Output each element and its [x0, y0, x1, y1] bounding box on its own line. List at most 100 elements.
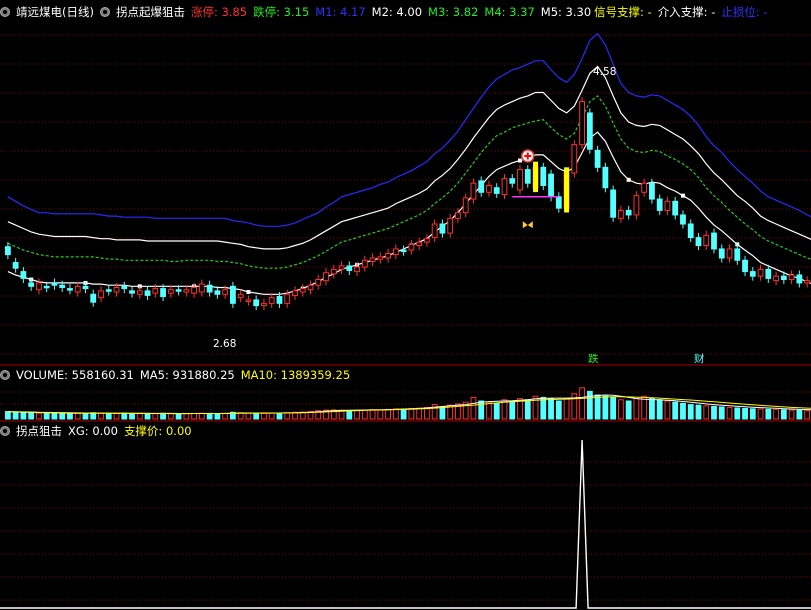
volume-bar-20	[160, 412, 166, 420]
candle-body-49	[385, 252, 392, 259]
indicator-name: 拐点起爆狙击	[115, 5, 185, 19]
candle-body-39	[307, 284, 314, 291]
candle-body-0	[4, 246, 11, 256]
candle-body-20	[160, 288, 166, 298]
candle-body-73	[571, 144, 578, 174]
volume-bar-46	[361, 409, 368, 420]
candle-body-32	[253, 299, 260, 307]
volume-bar-10	[82, 412, 89, 420]
volume-bar-9	[74, 412, 81, 420]
volume-value: VOLUME: 558160.31	[16, 368, 134, 382]
candle-body-13	[105, 289, 112, 292]
volume-bar-23	[183, 413, 190, 420]
volume-bar-89	[695, 404, 702, 420]
volume-panel-header: VOLUME: 558160.31 MA5: 931880.25 MA10: 138…	[0, 367, 356, 383]
volume-bar-91	[711, 405, 717, 420]
candle-body-80	[625, 209, 632, 216]
volume-bar-60	[470, 396, 477, 420]
volume-bar-78	[610, 396, 617, 420]
candle-body-87	[680, 214, 686, 225]
signal-fall-label: 跌	[588, 353, 599, 365]
candle-body-17	[136, 290, 143, 295]
volume-bar-63	[493, 402, 500, 420]
candle-body-38	[299, 288, 306, 293]
indicator-gear-icon[interactable]	[99, 7, 110, 17]
candle-body-22	[175, 289, 182, 292]
volume-bar-86	[672, 401, 679, 420]
stock-title: 靖远煤电(日线)	[16, 5, 94, 19]
volume-bar-98	[765, 408, 772, 420]
candle-body-43	[338, 265, 345, 270]
candle-body-7	[59, 284, 66, 288]
volume-bar-53	[416, 407, 423, 420]
candle-body-29	[230, 285, 236, 304]
candle-body-94	[734, 248, 741, 261]
candle-body-51	[400, 249, 407, 253]
candle-body-50	[392, 248, 399, 256]
signal-wealth-label: 财	[694, 353, 705, 365]
candle-body-82	[641, 182, 648, 193]
volume-bar-88	[687, 404, 694, 420]
candle-body-65	[509, 178, 516, 184]
volume-ma5-value: MA5: 931880.25	[139, 368, 235, 382]
candle-body-74	[579, 101, 585, 146]
candle-body-59	[462, 197, 469, 214]
candle-body-66	[517, 169, 523, 191]
volume-gear-icon[interactable]	[0, 370, 10, 380]
candle-body-96	[749, 271, 756, 277]
settings-gear-icon[interactable]	[0, 7, 10, 17]
volume-bar-35	[276, 412, 283, 420]
volume-bar-62	[486, 401, 492, 420]
signal-panel-header: 拐点狙击 XG: 0.00 支撑价: 0.00	[0, 423, 198, 439]
candle-body-53	[416, 241, 423, 247]
candle-body-61	[478, 180, 485, 193]
volume-bar-68	[532, 395, 539, 420]
volume-bar-21	[167, 413, 174, 420]
candle-body-27	[214, 290, 221, 295]
volume-bar-87	[680, 402, 686, 420]
volume-bar-75	[586, 390, 593, 420]
candle-body-30	[237, 293, 244, 299]
candle-body-86	[672, 200, 679, 216]
volume-bar-5	[43, 412, 50, 420]
candle-body-99	[773, 275, 779, 282]
candle-body-15	[121, 285, 128, 290]
candle-body-31	[245, 299, 252, 302]
candle-body-40	[315, 279, 322, 286]
candle-body-6	[51, 282, 58, 286]
candle-body-95	[742, 259, 748, 273]
candle-body-48	[377, 256, 384, 260]
volume-bar-16	[129, 412, 135, 420]
signal-indicator-name: 拐点狙击	[16, 424, 62, 438]
m3-value: M3: 3.82	[428, 5, 479, 19]
volume-bar-65	[509, 400, 516, 420]
kline-chart	[0, 32, 811, 609]
stop-loss-value: 止损位: -	[721, 5, 768, 19]
volume-bar-70	[548, 398, 554, 420]
volume-bar-36	[284, 412, 291, 420]
volume-bar-80	[625, 400, 632, 420]
volume-bar-27	[214, 413, 221, 420]
volume-bar-19	[152, 413, 159, 420]
candle-body-64	[501, 178, 508, 196]
candle-body-44	[346, 265, 353, 271]
candle-body-78	[610, 189, 617, 218]
signal-gear-icon[interactable]	[0, 426, 10, 436]
volume-bar-50	[392, 408, 399, 420]
candle-body-85	[664, 200, 671, 211]
volume-bar-17	[136, 413, 143, 420]
candle-body-91	[711, 232, 717, 250]
candle-body-41	[323, 272, 329, 282]
volume-bar-47	[369, 409, 376, 420]
candle-body-103	[804, 280, 811, 284]
candle-body-70	[548, 173, 554, 198]
volume-bar-54	[423, 406, 430, 420]
candle-body-23	[183, 289, 190, 293]
candle-body-101	[788, 274, 795, 281]
m5-value: M5: 3.30	[540, 5, 592, 19]
signal-support-value: 信号支撑: -	[594, 5, 652, 19]
candle-body-1	[12, 262, 19, 269]
volume-bar-99	[773, 409, 779, 420]
volume-bar-77	[602, 395, 609, 420]
volume-bar-96	[749, 408, 756, 420]
